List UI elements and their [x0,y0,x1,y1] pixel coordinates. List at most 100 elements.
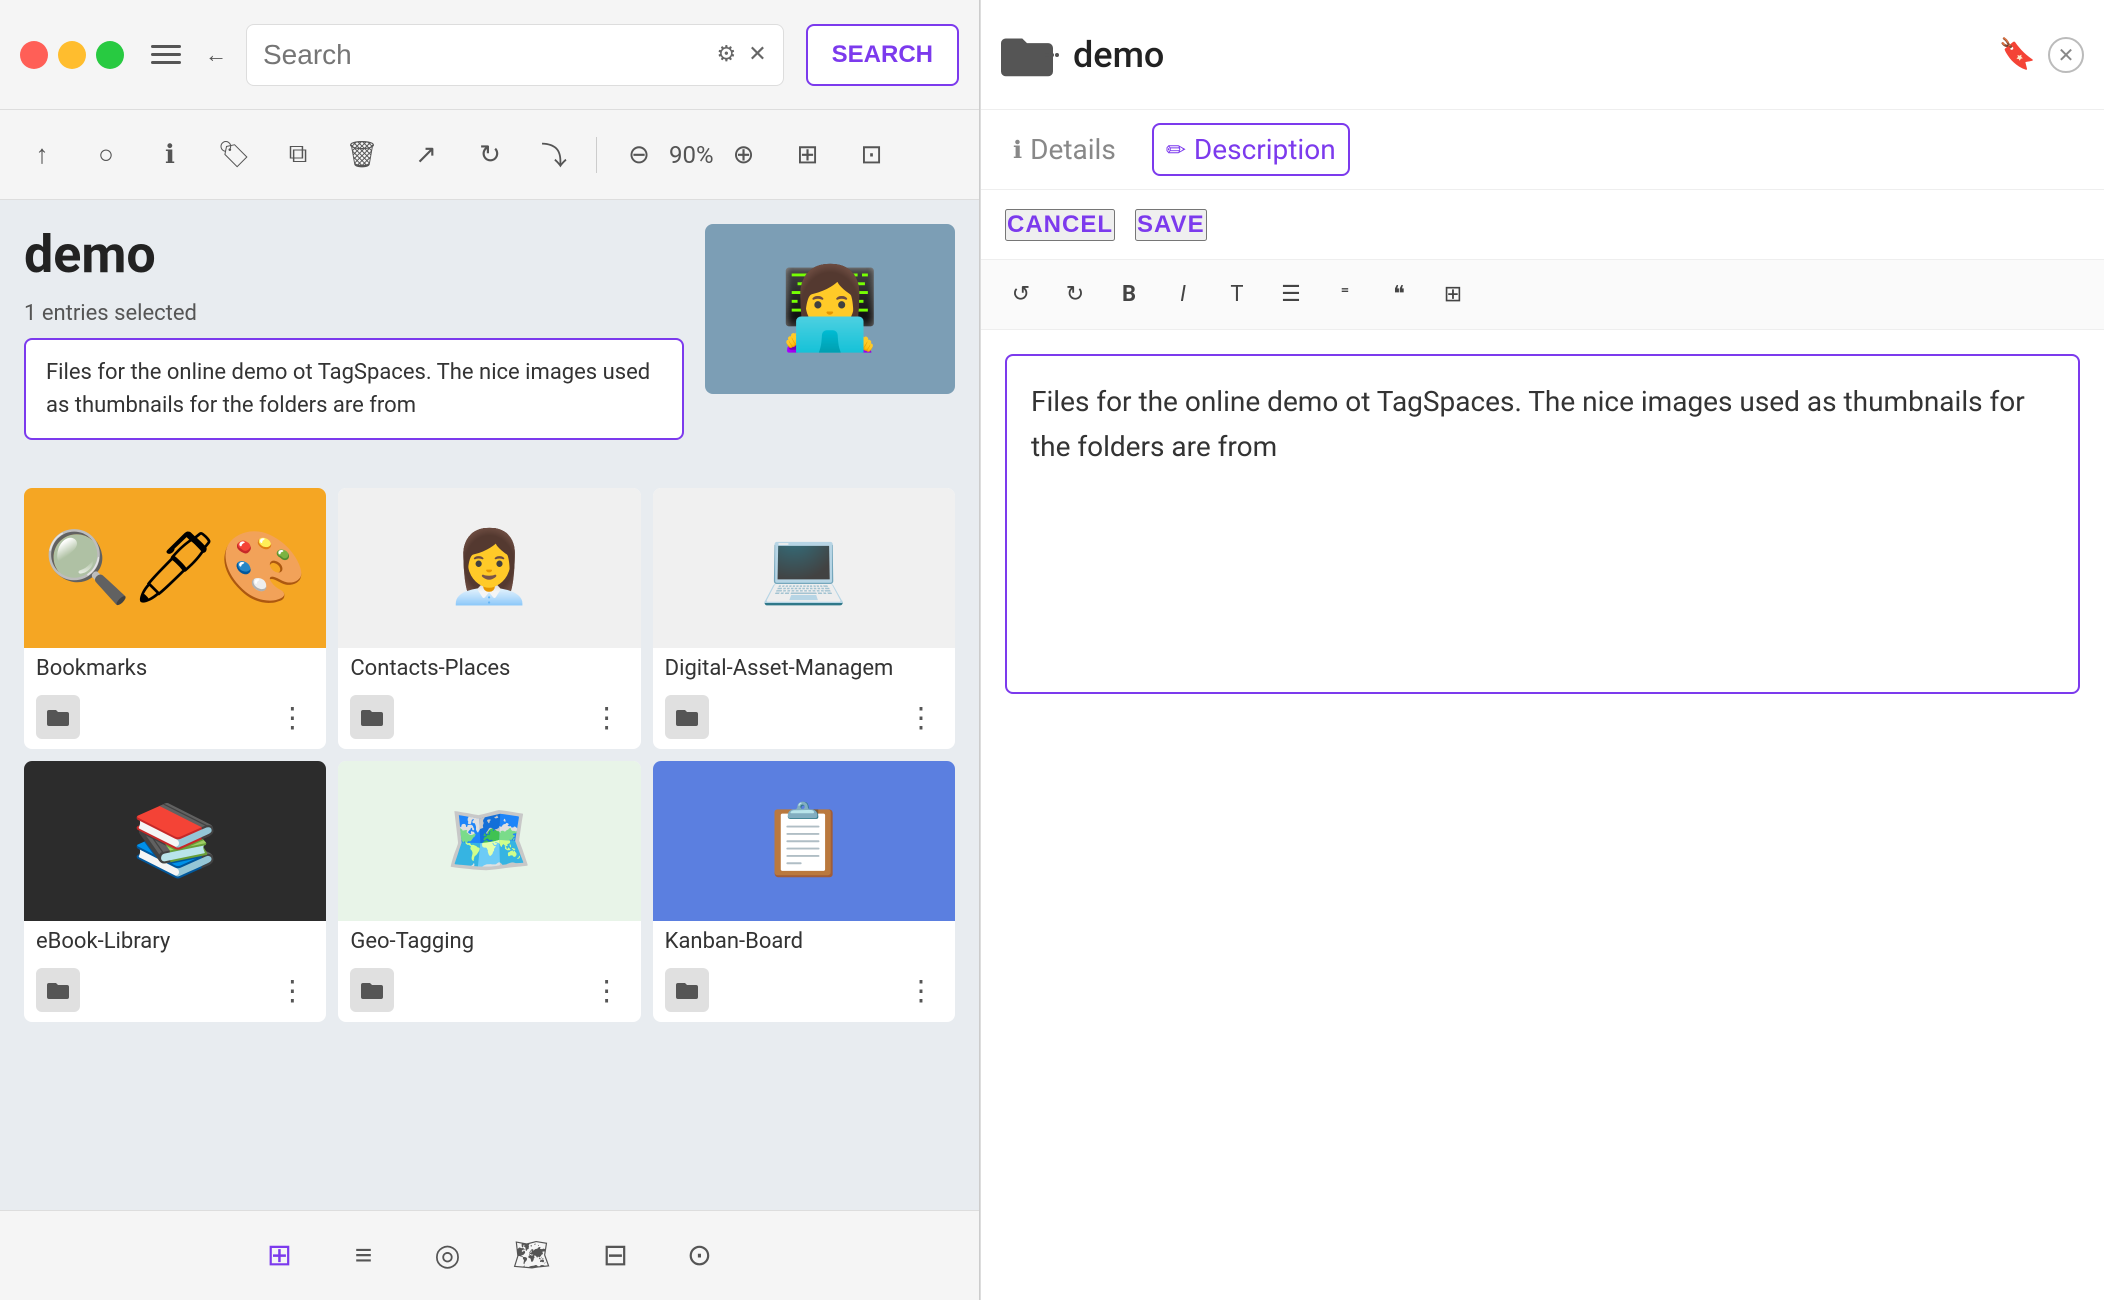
folder-card[interactable]: 📚 eBook-Library ⋮ [24,761,326,1022]
folder-card[interactable]: 🗺️ Geo-Tagging ⋮ [338,761,640,1022]
bookmark-icon[interactable]: 🔖 [1999,37,2036,72]
redo-button[interactable]: ↻ [1055,275,1095,315]
folder-card-name: Digital-Asset-Managem [653,648,955,689]
table-button[interactable]: ⊞ [1433,275,1473,315]
layout-icon[interactable]: ⊞ [786,133,830,177]
folder-thumbnail: 👩‍💻 [705,224,955,394]
more-options-button[interactable]: ⋮ [585,970,629,1011]
folder-card-name: eBook-Library [24,921,326,962]
clear-search-icon[interactable]: ✕ [748,42,766,67]
folder-card-name: Geo-Tagging [338,921,640,962]
bottom-toolbar: ⊞ ≡ ◎ 🗺 ⊟ ⊙ [0,1210,979,1300]
description-preview-box: Files for the online demo ot TagSpaces. … [24,338,684,440]
fullscreen-button[interactable] [96,41,124,69]
open-folder-button[interactable] [350,695,394,739]
toolbar-divider [596,137,597,173]
folder-title: demo [24,224,684,285]
open-folder-button[interactable] [350,968,394,1012]
search-button[interactable]: SEARCH [806,24,959,86]
share-icon[interactable]: ↗ [404,133,448,177]
digital-icon: 💻 [760,533,847,603]
folder-thumb-bookmarks: 🔍🖊🎨 [24,488,326,648]
folder-thumb-ebook: 📚 [24,761,326,921]
more-options-button[interactable]: ⋮ [585,697,629,738]
tag-icon[interactable]: 🏷 [212,133,256,177]
thumbnail-emoji: 👩‍💻 [780,262,880,356]
folder-card[interactable]: 📋 Kanban-Board ⋮ [653,761,955,1022]
quote-button[interactable]: ❝ [1379,275,1419,315]
description-tab-icon: ✏ [1166,136,1186,164]
folder-card[interactable]: 🔍🖊🎨 Bookmarks ⋮ [24,488,326,749]
back-button[interactable]: ← [198,37,234,73]
filter-icon[interactable]: ⚙ [716,42,736,67]
contacts-icon: 👩‍💼 [446,533,533,603]
close-button[interactable] [20,41,48,69]
right-header: demo 🔖 ✕ [981,0,2104,110]
open-folder-button[interactable] [665,695,709,739]
export-icon[interactable]: ⤵ [532,133,576,177]
title-bar: ← ⚙ ✕ SEARCH [0,0,979,110]
select-icon[interactable]: ⊡ [850,133,894,177]
open-folder-button[interactable] [665,968,709,1012]
action-bar: CANCEL SAVE [981,190,2104,260]
folder-card-footer: ⋮ [24,962,326,1022]
info-icon[interactable]: ℹ [148,133,192,177]
cancel-button[interactable]: CANCEL [1005,209,1115,241]
tab-details-label: Details [1030,133,1116,166]
unordered-list-button[interactable]: ☰ [1271,275,1311,315]
folder-card[interactable]: 👩‍💼 Contacts-Places ⋮ [338,488,640,749]
folder-card-footer: ⋮ [653,689,955,749]
editor-content [981,330,2104,1300]
folder-card[interactable]: 💻 Digital-Asset-Managem ⋮ [653,488,955,749]
more-options-button[interactable]: ⋮ [270,970,314,1011]
camera-button[interactable]: ◎ [421,1229,475,1283]
minimize-button[interactable] [58,41,86,69]
folder-thumb-digital: 💻 [653,488,955,648]
more-options-button[interactable]: ⋮ [270,697,314,738]
bold-button[interactable]: B [1109,275,1149,315]
folder-header-row: demo 1 entries selected Files for the on… [24,224,955,464]
search-input[interactable] [263,39,716,71]
copy-icon[interactable]: ⧉ [276,133,320,177]
search-container: ⚙ ✕ [246,24,784,86]
more-options-button[interactable]: ⋮ [899,697,943,738]
editor-toolbar: ↺ ↻ B I T ☰ ⁼ ❝ ⊞ [981,260,2104,330]
description-textarea[interactable] [1005,354,2080,694]
kanban-icon: 📋 [760,806,847,876]
right-close-button[interactable]: ✕ [2048,37,2084,73]
folder-thumb-contacts: 👩‍💼 [338,488,640,648]
folder-card-footer: ⋮ [24,689,326,749]
right-panel: demo 🔖 ✕ ℹ Details ✏ Description CANCEL … [980,0,2104,1300]
tab-details[interactable]: ℹ Details [1001,125,1128,174]
network-button[interactable]: ⊙ [673,1229,727,1283]
circle-icon[interactable]: ○ [84,133,128,177]
more-options-button[interactable]: ⋮ [899,970,943,1011]
tab-description-label: Description [1194,133,1336,166]
undo-button[interactable]: ↺ [1001,275,1041,315]
upload-icon[interactable]: ↑ [20,133,64,177]
tab-description[interactable]: ✏ Description [1152,123,1350,176]
folder-card-name: Kanban-Board [653,921,955,962]
save-button[interactable]: SAVE [1135,209,1207,241]
right-folder-name: demo [1073,34,1987,76]
content-area: demo 1 entries selected Files for the on… [0,200,979,1210]
delete-icon[interactable]: 🗑 [340,133,384,177]
zoom-out-icon[interactable]: ⊖ [617,133,661,177]
grid-view-button[interactable]: ⊞ [253,1229,307,1283]
zoom-level: 90% [669,141,714,169]
kanban-button[interactable]: ⊟ [589,1229,643,1283]
list-view-button[interactable]: ≡ [337,1229,391,1283]
move-icon[interactable]: ↻ [468,133,512,177]
ordered-list-button[interactable]: ⁼ [1325,275,1365,315]
bookmarks-icon: 🔍🖊🎨 [44,533,307,603]
map-button[interactable]: 🗺 [505,1229,559,1283]
heading-button[interactable]: T [1217,275,1257,315]
zoom-in-icon[interactable]: ⊕ [722,133,766,177]
toolbar: ↑ ○ ℹ 🏷 ⧉ 🗑 ↗ ↻ ⤵ ⊖ 90% ⊕ ⊞ ⊡ [0,110,979,200]
header-thumb-illustration: 👩‍💻 [705,224,955,394]
open-folder-button[interactable] [36,968,80,1012]
open-folder-button[interactable] [36,695,80,739]
geo-icon: 🗺️ [446,806,533,876]
hamburger-menu-button[interactable] [146,35,186,75]
italic-button[interactable]: I [1163,275,1203,315]
